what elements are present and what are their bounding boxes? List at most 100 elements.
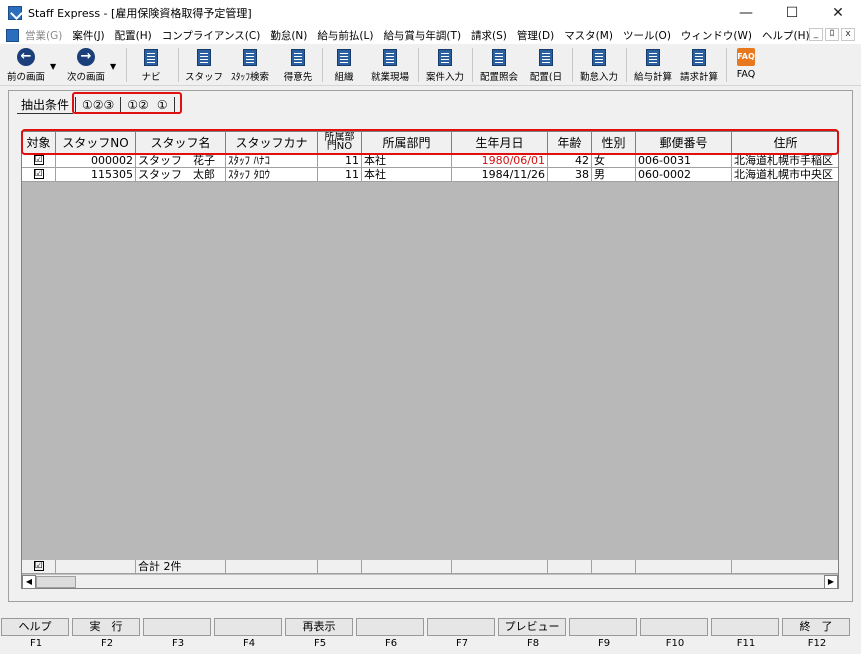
menu-assignment[interactable]: 配置(H) xyxy=(115,28,152,43)
f8-preview-button[interactable]: プレビュー xyxy=(498,618,566,636)
f10-button[interactable] xyxy=(640,618,708,636)
window-title: Staff Express - [雇用保険資格取得予定管理] xyxy=(28,7,252,20)
payroll-calc-button[interactable]: 給与計算 xyxy=(630,46,676,84)
scroll-left-icon[interactable]: ◀ xyxy=(22,575,36,588)
tab-option-12[interactable]: ①② xyxy=(123,96,153,114)
menu-billing[interactable]: 請求(S) xyxy=(471,28,507,43)
organization-icon xyxy=(337,48,351,66)
col-age[interactable]: 年齢 xyxy=(548,132,592,154)
app-icon xyxy=(8,6,22,20)
arrow-left-icon: ← xyxy=(17,48,35,66)
faq-button[interactable]: FAQ FAQ xyxy=(730,46,762,84)
next-dropdown-icon[interactable]: ▼ xyxy=(110,62,116,71)
title-bar: Staff Express - [雇用保険資格取得予定管理] — ☐ ✕ xyxy=(0,0,861,26)
total-row: ☑ 合計 2件 xyxy=(22,560,838,574)
cell-staff-kana: ｽﾀｯﾌ ﾀﾛｳ xyxy=(226,168,318,182)
menu-attendance[interactable]: 勤怠(N) xyxy=(270,28,307,43)
f6-button[interactable] xyxy=(356,618,424,636)
col-staff-kana[interactable]: スタッフカナ xyxy=(226,132,318,154)
col-address[interactable]: 住所 xyxy=(732,132,838,154)
f11-button[interactable] xyxy=(711,618,779,636)
navi-button[interactable]: ナビ xyxy=(134,46,168,84)
staff-button[interactable]: スタッフ xyxy=(184,46,224,84)
close-button[interactable]: ✕ xyxy=(815,0,861,26)
next-screen-button[interactable]: → 次の画面 xyxy=(62,46,110,84)
select-all-checkbox[interactable]: ☑ xyxy=(33,561,44,571)
arrow-right-icon: → xyxy=(77,48,95,66)
col-dob[interactable]: 生年月日 xyxy=(452,132,548,154)
mdi-restore-button[interactable]: ﾛ xyxy=(825,28,839,41)
mdi-close-button[interactable]: x xyxy=(841,28,855,41)
f5-refresh-button[interactable]: 再表示 xyxy=(285,618,353,636)
billing-calc-button[interactable]: 請求計算 xyxy=(676,46,722,84)
client-button[interactable]: 得意先 xyxy=(278,46,318,84)
cell-dob: 1980/06/01 xyxy=(452,154,548,168)
table-row[interactable]: ☑ 000002 スタッフ 花子 ｽﾀｯﾌ ﾊﾅｺ 11 本社 1980/06/… xyxy=(22,154,838,168)
assignment-inquiry-icon xyxy=(492,48,506,66)
menu-window[interactable]: ウィンドウ(W) xyxy=(681,28,752,43)
col-zip[interactable]: 郵便番号 xyxy=(636,132,732,154)
f4-button[interactable] xyxy=(214,618,282,636)
payroll-calc-icon xyxy=(646,48,660,66)
cell-staff-no: 115305 xyxy=(56,168,136,182)
menu-tools[interactable]: ツール(O) xyxy=(623,28,671,43)
menu-compliance[interactable]: コンプライアンス(C) xyxy=(162,28,261,43)
f2-execute-button[interactable]: 実 行 xyxy=(72,618,140,636)
staff-search-button[interactable]: ｽﾀｯﾌ検索 xyxy=(226,46,274,84)
cell-gender: 男 xyxy=(592,168,636,182)
scroll-right-icon[interactable]: ▶ xyxy=(824,575,838,588)
f12-exit-button[interactable]: 終 了 xyxy=(782,618,850,636)
prev-screen-button[interactable]: ← 前の画面 xyxy=(4,46,48,84)
attendance-input-button[interactable]: 勤怠入力 xyxy=(576,46,622,84)
assignment-day-button[interactable]: 配置(日 xyxy=(524,46,568,84)
tab-bar: 抽出条件 ①②③ ①② ① xyxy=(17,95,177,115)
worksite-button[interactable]: 就業現場 xyxy=(366,46,414,84)
menu-admin[interactable]: 管理(D) xyxy=(517,28,554,43)
row-checkbox[interactable]: ☑ xyxy=(33,155,44,165)
minimize-button[interactable]: — xyxy=(723,0,769,26)
navi-icon xyxy=(144,48,158,66)
cell-staff-kana: ｽﾀｯﾌ ﾊﾅｺ xyxy=(226,154,318,168)
menu-master[interactable]: マスタ(M) xyxy=(564,28,613,43)
menu-case[interactable]: 案件(J) xyxy=(72,28,104,43)
f1-help-button[interactable]: ヘルプ xyxy=(1,618,69,636)
assignment-inquiry-button[interactable]: 配置照会 xyxy=(476,46,522,84)
col-dept-no[interactable]: 所属部 門NO xyxy=(318,132,362,154)
case-input-button[interactable]: 案件入力 xyxy=(422,46,468,84)
function-key-bar: ヘルプ F1 実 行 F2 F3 F4 再表示 F5 F6 F7 プレビュー F8 F9… xyxy=(0,618,861,654)
col-gender[interactable]: 性別 xyxy=(592,132,636,154)
cell-address: 北海道札幌市手稲区 xyxy=(732,154,838,168)
menu-sales[interactable]: 営業(G) xyxy=(25,28,62,43)
main-panel: 抽出条件 ①②③ ①② ① 対象 スタッフNO スタッフ名 スタッフカナ 所属部… xyxy=(8,90,853,602)
row-checkbox[interactable]: ☑ xyxy=(33,169,44,179)
cell-staff-name: スタッフ 太郎 xyxy=(136,168,226,182)
horizontal-scrollbar[interactable]: ◀ ▶ xyxy=(22,574,838,588)
col-staff-name[interactable]: スタッフ名 xyxy=(136,132,226,154)
toolbar: ← 前の画面 ▼ → 次の画面 ▼ ナビ スタッフ ｽﾀｯﾌ検索 得意先 組織 … xyxy=(0,44,861,86)
menu-bar: 営業(G) 案件(J) 配置(H) コンプライアンス(C) 勤怠(N) 給与前払… xyxy=(0,26,861,44)
table-row[interactable]: ☑ 115305 スタッフ 太郎 ｽﾀｯﾌ ﾀﾛｳ 11 本社 1984/11/… xyxy=(22,168,838,182)
col-staff-no[interactable]: スタッフNO xyxy=(56,132,136,154)
client-icon xyxy=(291,48,305,66)
cell-dept-no: 11 xyxy=(318,168,362,182)
f3-button[interactable] xyxy=(143,618,211,636)
assignment-day-icon xyxy=(539,48,553,66)
f7-button[interactable] xyxy=(427,618,495,636)
tab-option-123[interactable]: ①②③ xyxy=(78,96,118,114)
document-icon[interactable] xyxy=(6,28,19,42)
maximize-button[interactable]: ☐ xyxy=(769,0,815,26)
tab-extract-conditions[interactable]: 抽出条件 xyxy=(17,96,74,114)
tab-option-1[interactable]: ① xyxy=(153,96,172,114)
f9-button[interactable] xyxy=(569,618,637,636)
prev-dropdown-icon[interactable]: ▼ xyxy=(50,62,56,71)
scrollbar-thumb[interactable] xyxy=(36,576,76,588)
menu-advance-pay[interactable]: 給与前払(L) xyxy=(317,28,373,43)
menu-payroll[interactable]: 給与賞与年調(T) xyxy=(383,28,461,43)
faq-icon: FAQ xyxy=(737,48,755,66)
col-dept[interactable]: 所属部門 xyxy=(362,132,452,154)
cell-staff-no: 000002 xyxy=(56,154,136,168)
mdi-minimize-button[interactable]: _ xyxy=(809,28,823,41)
col-target[interactable]: 対象 xyxy=(22,132,56,154)
menu-help[interactable]: ヘルプ(H) xyxy=(762,28,810,43)
organization-button[interactable]: 組織 xyxy=(326,46,362,84)
